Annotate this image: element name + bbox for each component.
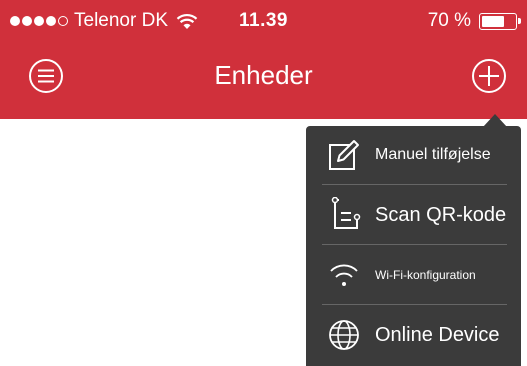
menu-item-online-device[interactable]: Online Device — [306, 306, 521, 364]
menu-item-label: Wi-Fi-konfiguration — [375, 268, 476, 282]
qr-scan-icon — [331, 197, 361, 229]
battery-fill — [482, 15, 505, 27]
menu-item-label: Online Device — [375, 323, 500, 346]
menu-item-scan-qr[interactable]: Scan QR-kode — [306, 186, 521, 244]
globe-icon — [329, 320, 359, 350]
battery-cap — [518, 17, 521, 24]
edit-icon — [329, 140, 359, 170]
menu-item-label: Manuel tilføjelse — [375, 146, 491, 163]
status-right: 70 % — [427, 10, 521, 32]
menu-divider — [322, 184, 507, 185]
add-device-popover: Manuel tilføjelse Scan QR-kode Wi-Fi-kon… — [306, 126, 521, 366]
page-title: Enheder — [214, 60, 313, 90]
menu-divider — [322, 244, 507, 245]
app-header: Telenor DK 11.39 70 % Enheder — [0, 0, 527, 119]
wifi-icon — [330, 264, 358, 286]
battery-icon — [479, 12, 521, 30]
status-bar: Telenor DK 11.39 70 % — [0, 0, 527, 44]
menu-item-wifi-config[interactable]: Wi-Fi-konfiguration — [306, 246, 521, 304]
add-device-button[interactable] — [471, 58, 507, 94]
menu-item-label: Scan QR-kode — [375, 203, 507, 226]
battery-percent: 70 % — [427, 10, 471, 31]
plus-circle-icon — [472, 59, 506, 93]
menu-divider — [322, 304, 507, 305]
menu-item-manual-add[interactable]: Manuel tilføjelse — [306, 126, 521, 184]
